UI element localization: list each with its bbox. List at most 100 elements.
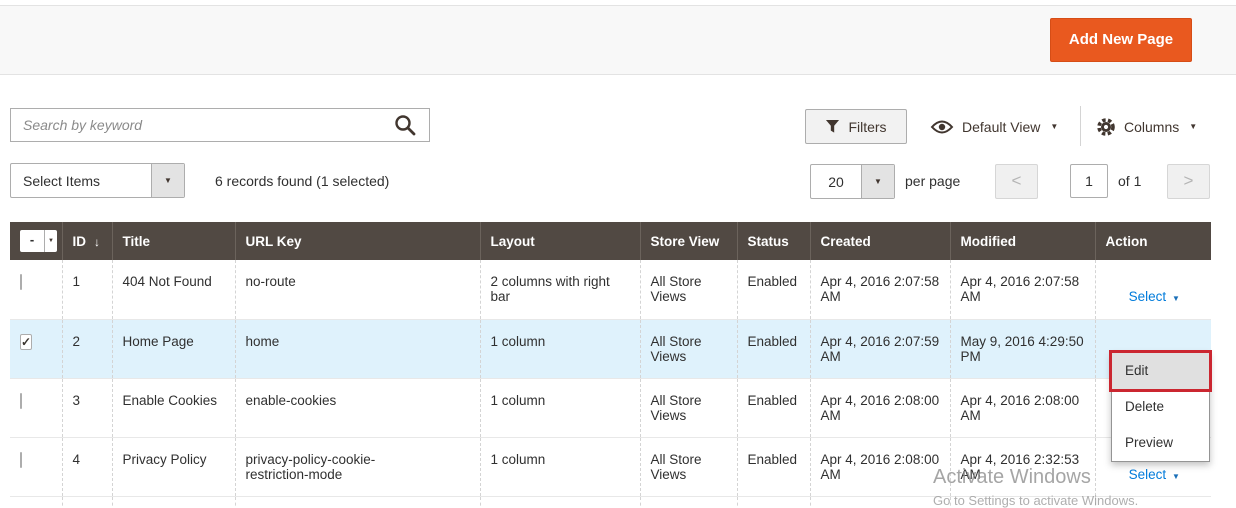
- cell-layout: 2 columns with right bar: [480, 260, 640, 319]
- default-view-control[interactable]: Default View ▼: [930, 109, 1058, 144]
- column-header-created[interactable]: Created: [810, 222, 950, 260]
- eye-icon: [930, 119, 954, 135]
- row-select-action-link[interactable]: Select ▼: [1129, 289, 1180, 304]
- table-row: 4 Privacy Policy privacy-policy-cookie- …: [10, 437, 1211, 496]
- menu-item-edit[interactable]: Edit: [1112, 353, 1209, 389]
- records-summary: 6 records found (1 selected): [215, 173, 389, 189]
- cell-id: 4: [62, 437, 112, 496]
- gear-icon: [1096, 117, 1116, 137]
- caret-down-icon[interactable]: ▼: [44, 230, 57, 252]
- per-page-value: 20: [811, 165, 861, 198]
- columns-control[interactable]: Columns ▼: [1096, 109, 1197, 144]
- table-row-partial: [10, 496, 1211, 508]
- row-select-cell: ✓: [10, 319, 62, 378]
- cell-title: Home Page: [112, 319, 235, 378]
- column-header-action: Action: [1095, 222, 1211, 260]
- cell-title: Enable Cookies: [112, 378, 235, 437]
- funnel-icon: [825, 119, 840, 134]
- cell-store-view: All Store Views: [640, 437, 737, 496]
- cell-title: Privacy Policy: [112, 437, 235, 496]
- column-header-status[interactable]: Status: [737, 222, 810, 260]
- cell-id: 2: [62, 319, 112, 378]
- cms-pages-table: - ▼ ID↓ Title URL Key Layout Store View …: [10, 222, 1211, 508]
- cell-url-key: home: [235, 319, 480, 378]
- cell-created: Apr 4, 2016 2:07:59 AM: [810, 319, 950, 378]
- cell-status: Enabled: [737, 319, 810, 378]
- select-label: Select: [1129, 467, 1167, 482]
- cell-id: 1: [62, 260, 112, 319]
- caret-down-icon: ▼: [1189, 122, 1197, 131]
- column-header-url-key[interactable]: URL Key: [235, 222, 480, 260]
- empty-cell: [737, 496, 810, 508]
- menu-item-preview[interactable]: Preview: [1112, 425, 1209, 461]
- caret-down-icon: ▼: [1172, 294, 1180, 303]
- caret-down-icon[interactable]: ▼: [861, 165, 894, 198]
- column-header-store-view[interactable]: Store View: [640, 222, 737, 260]
- empty-cell: [810, 496, 950, 508]
- cell-created: Apr 4, 2016 2:07:58 AM: [810, 260, 950, 319]
- current-page-input[interactable]: [1070, 164, 1108, 198]
- empty-cell: [480, 496, 640, 508]
- table-row: 3 Enable Cookies enable-cookies 1 column…: [10, 378, 1211, 437]
- sort-descending-icon: ↓: [94, 235, 100, 249]
- cell-url-key: privacy-policy-cookie- restriction-mode: [235, 437, 480, 496]
- caret-down-icon: ▼: [1050, 122, 1058, 131]
- cell-store-view: All Store Views: [640, 260, 737, 319]
- id-header-label: ID: [73, 234, 87, 249]
- empty-cell: [1095, 496, 1211, 508]
- keyword-search: [10, 108, 430, 142]
- select-label: Select: [1129, 289, 1167, 304]
- empty-cell: [62, 496, 112, 508]
- empty-cell: [112, 496, 235, 508]
- column-header-id[interactable]: ID ↓: [62, 222, 112, 260]
- cell-id: 3: [62, 378, 112, 437]
- cell-layout: 1 column: [480, 378, 640, 437]
- cell-layout: 1 column: [480, 319, 640, 378]
- cell-modified: Apr 4, 2016 2:07:58 AM: [950, 260, 1095, 319]
- row-checkbox[interactable]: [20, 393, 22, 409]
- cms-pages-grid-page: Add New Page Filters Default View ▼ Colu…: [0, 0, 1236, 508]
- empty-cell: [950, 496, 1095, 508]
- select-all-header: - ▼: [10, 222, 62, 260]
- column-header-layout[interactable]: Layout: [480, 222, 640, 260]
- row-select-cell: [10, 378, 62, 437]
- row-checkbox[interactable]: [20, 452, 22, 468]
- add-new-page-button[interactable]: Add New Page: [1050, 18, 1192, 62]
- table-row: 1 404 Not Found no-route 2 columns with …: [10, 260, 1211, 319]
- mass-action-label: Select Items: [11, 164, 151, 197]
- row-checkbox-checked[interactable]: ✓: [20, 334, 32, 350]
- column-header-modified[interactable]: Modified: [950, 222, 1095, 260]
- cell-modified: Apr 4, 2016 2:08:00 AM: [950, 378, 1095, 437]
- indeterminate-checkbox[interactable]: -: [20, 230, 44, 252]
- columns-label: Columns: [1124, 119, 1179, 135]
- mass-action-select[interactable]: Select Items ▼: [10, 163, 185, 198]
- empty-cell: [640, 496, 737, 508]
- next-page-button[interactable]: >: [1167, 164, 1210, 199]
- view-label: Default View: [962, 119, 1040, 135]
- cell-created: Apr 4, 2016 2:08:00 AM: [810, 378, 950, 437]
- cell-created: Apr 4, 2016 2:08:00 AM: [810, 437, 950, 496]
- row-checkbox[interactable]: [20, 274, 22, 290]
- per-page-select[interactable]: 20 ▼: [810, 164, 895, 199]
- empty-cell: [10, 496, 62, 508]
- cell-url-key: enable-cookies: [235, 378, 480, 437]
- row-select-action-link[interactable]: Select ▼: [1129, 467, 1180, 482]
- table-row-selected: ✓ 2 Home Page home 1 column All Store Vi…: [10, 319, 1211, 378]
- caret-down-icon: ▼: [1172, 472, 1180, 481]
- per-page-label: per page: [905, 173, 960, 189]
- column-header-title[interactable]: Title: [112, 222, 235, 260]
- select-all-dropdown[interactable]: - ▼: [20, 230, 57, 252]
- page-count-label: of 1: [1118, 173, 1141, 189]
- search-icon[interactable]: [394, 114, 416, 136]
- previous-page-button[interactable]: <: [995, 164, 1038, 199]
- cell-title: 404 Not Found: [112, 260, 235, 319]
- row-select-cell: [10, 260, 62, 319]
- cell-status: Enabled: [737, 260, 810, 319]
- filters-button[interactable]: Filters: [805, 109, 907, 144]
- cell-action: Select ▼: [1095, 260, 1211, 319]
- filters-label: Filters: [848, 119, 886, 135]
- menu-item-delete[interactable]: Delete: [1112, 389, 1209, 425]
- cell-store-view: All Store Views: [640, 378, 737, 437]
- search-input[interactable]: [10, 108, 430, 142]
- caret-down-icon[interactable]: ▼: [151, 164, 184, 197]
